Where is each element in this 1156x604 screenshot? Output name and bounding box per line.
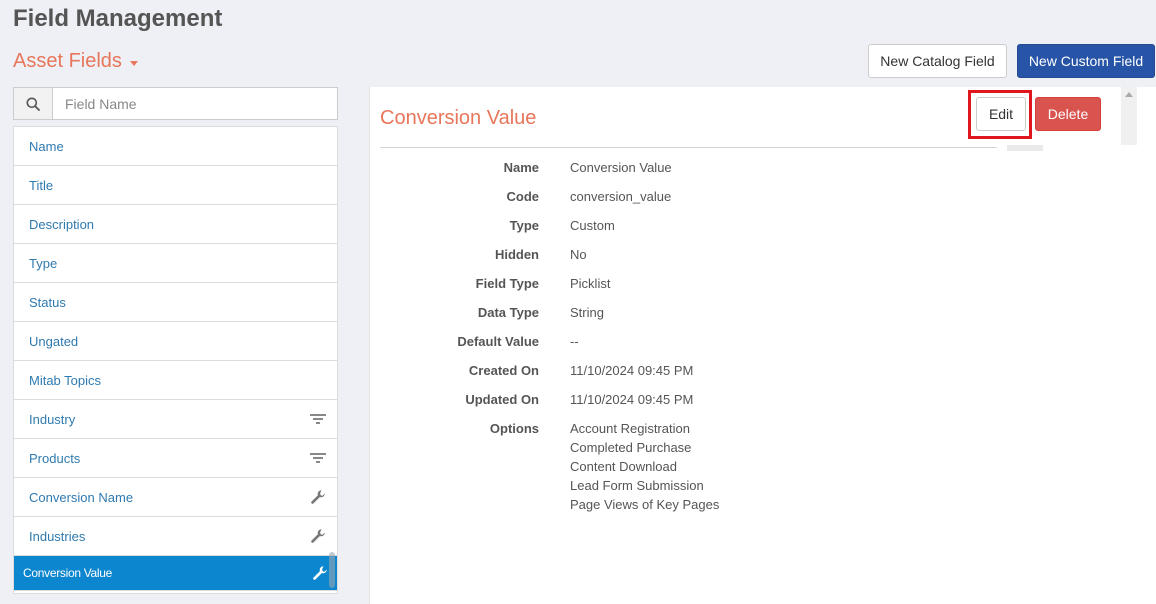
property-value: Picklist (570, 276, 611, 291)
field-item-label: Industry (29, 411, 76, 427)
property-label: Default Value (457, 334, 539, 349)
property-value: Custom (570, 218, 615, 233)
property-label: Type (509, 218, 539, 233)
property-label: Options (489, 421, 539, 436)
property-value: Conversion Value (570, 160, 672, 175)
detail-title: Conversion Value (380, 107, 537, 129)
property-row-field-type: Field Type Picklist (370, 274, 990, 293)
field-list: Name Title Description Type Status Ungat… (13, 126, 338, 594)
caret-down-icon (129, 60, 138, 66)
filter-icon (309, 449, 327, 467)
search-icon[interactable] (14, 88, 53, 119)
property-label: Created On (468, 363, 539, 378)
field-item-label: Conversion Name (29, 489, 134, 505)
field-item-description[interactable]: Description (14, 205, 337, 244)
field-item-title[interactable]: Title (14, 166, 337, 205)
wrench-icon (311, 564, 329, 582)
property-row-default-value: Default Value -- (370, 332, 990, 351)
new-custom-field-button[interactable]: New Custom Field (1017, 44, 1155, 78)
options-list: Account Registration Completed Purchase … (570, 419, 719, 514)
property-value: No (570, 247, 587, 262)
field-item-type[interactable]: Type (14, 244, 337, 283)
property-row-updated-on: Updated On 11/10/2024 09:45 PM (370, 390, 990, 409)
property-value: 11/10/2024 09:45 PM (570, 392, 694, 407)
property-label: Field Type (475, 276, 539, 291)
property-label: Hidden (494, 247, 539, 262)
property-row-name: Name Conversion Value (370, 158, 990, 177)
field-item-name[interactable]: Name (14, 127, 337, 166)
field-item-ungated[interactable]: Ungated (14, 322, 337, 361)
field-properties: Name Conversion Value Code conversion_va… (370, 158, 990, 524)
property-label: Updated On (465, 392, 539, 407)
property-label: Data Type (477, 305, 539, 320)
field-item-label: Name (29, 138, 64, 154)
field-item-label: Industries (29, 528, 86, 544)
property-value: String (570, 305, 604, 320)
property-value: conversion_value (570, 189, 672, 204)
field-item-label: Products (29, 450, 81, 466)
title-divider (380, 147, 997, 148)
field-item-label: Description (29, 216, 95, 232)
property-row-code: Code conversion_value (370, 187, 990, 206)
option-item: Lead Form Submission (570, 478, 704, 493)
field-item-industries[interactable]: Industries (14, 517, 337, 556)
property-label: Name (503, 160, 539, 175)
property-row-options: Options Account Registration Completed P… (370, 419, 990, 514)
list-scrollbar[interactable] (329, 552, 335, 588)
property-value: 11/10/2024 09:45 PM (570, 363, 694, 378)
scroll-up-icon[interactable] (1125, 92, 1133, 97)
wrench-icon (309, 488, 327, 506)
edit-highlight-box (968, 90, 1032, 139)
search-input[interactable] (53, 88, 337, 119)
field-item-label: Conversion Value (23, 566, 113, 580)
property-row-created-on: Created On 11/10/2024 09:45 PM (370, 361, 990, 380)
property-label: Code (506, 189, 540, 204)
field-item-label: Type (29, 255, 58, 271)
field-item-label: Title (29, 177, 54, 193)
field-item-mitab-topics[interactable]: Mitab Topics (14, 361, 337, 400)
field-item-products[interactable]: Products (14, 439, 337, 478)
option-item: Content Download (570, 459, 677, 474)
field-search (13, 87, 338, 120)
field-item-conversion-name[interactable]: Conversion Name (14, 478, 337, 517)
option-item: Page Views of Key Pages (570, 497, 720, 512)
page-title: Field Management (13, 5, 223, 32)
detail-scrollbar[interactable] (1121, 87, 1137, 145)
filter-icon (309, 410, 327, 428)
field-item-label: Status (29, 294, 66, 310)
field-item-industry[interactable]: Industry (14, 400, 337, 439)
delete-button[interactable]: Delete (1035, 97, 1101, 131)
field-detail-panel: Conversion Value Edit Delete Name Conver… (369, 87, 1156, 604)
new-catalog-field-button[interactable]: New Catalog Field (868, 44, 1007, 78)
detail-scroll-nub (1007, 145, 1043, 151)
section-dropdown[interactable]: Asset Fields (13, 50, 138, 73)
field-item-conversion-value[interactable]: Conversion Value (14, 556, 337, 591)
option-item: Completed Purchase (570, 440, 692, 455)
property-row-type: Type Custom (370, 216, 990, 235)
section-title-label: Asset Fields (13, 50, 122, 72)
property-row-data-type: Data Type String (370, 303, 990, 322)
field-item-label: Mitab Topics (29, 372, 102, 388)
wrench-icon (309, 527, 327, 545)
property-row-hidden: Hidden No (370, 245, 990, 264)
option-item: Account Registration (570, 421, 690, 436)
property-value: -- (570, 334, 579, 349)
field-item-label: Ungated (29, 333, 79, 349)
field-item-status[interactable]: Status (14, 283, 337, 322)
